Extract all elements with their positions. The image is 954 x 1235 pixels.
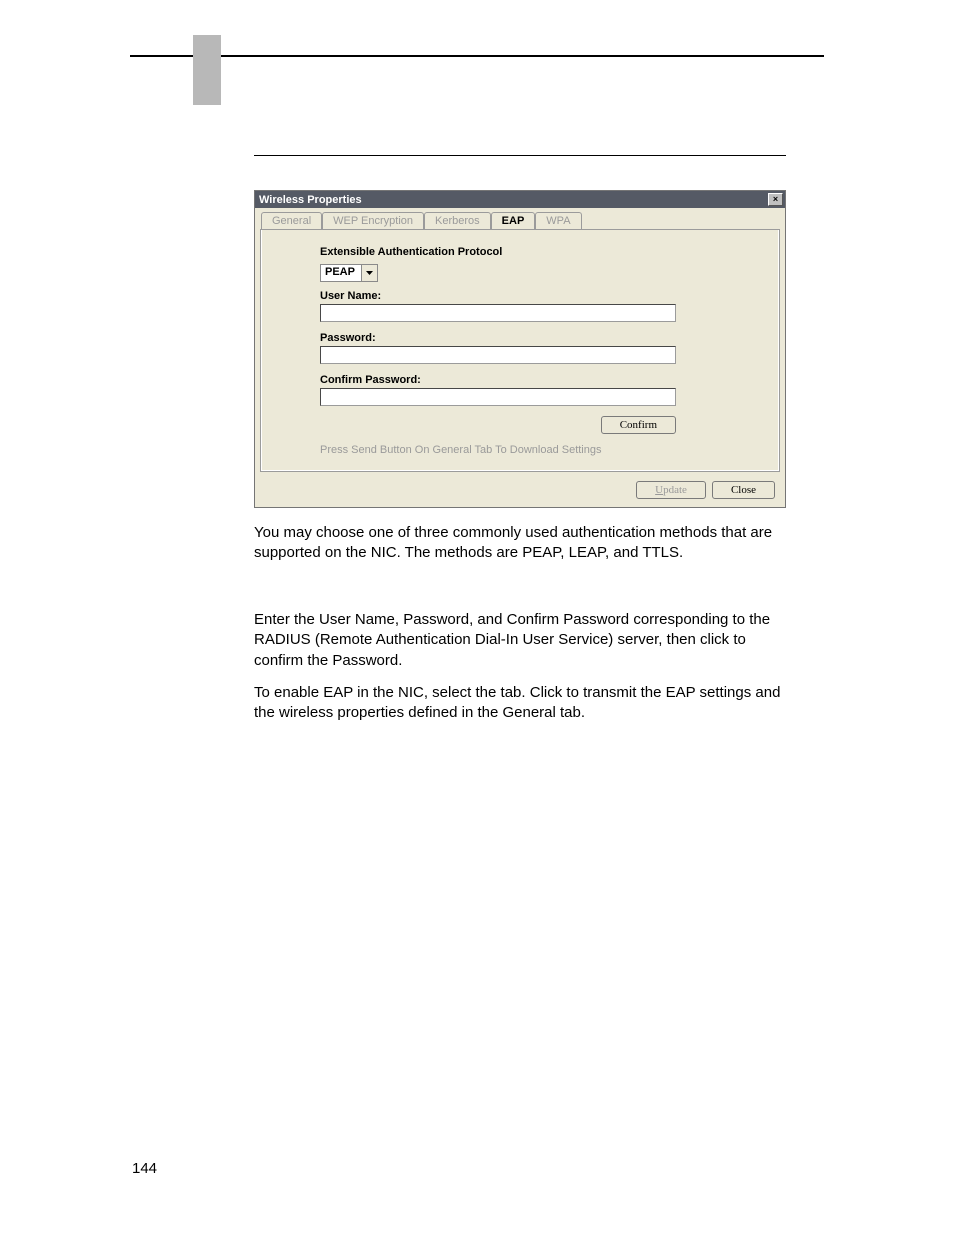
status-line: Press Send Button On General Tab To Down…	[320, 444, 778, 456]
username-label: User Name:	[320, 290, 778, 302]
eap-tab-panel: Extensible Authentication Protocol PEAP …	[261, 230, 779, 471]
password-input[interactable]	[320, 346, 676, 364]
para2-text-a: Enter the User Name, Password, and Confi…	[254, 611, 770, 648]
tab-general[interactable]: General	[261, 212, 322, 229]
tab-wpa[interactable]: WPA	[535, 212, 581, 229]
close-button[interactable]: Close	[712, 481, 775, 499]
paragraph-auth-methods: You may choose one of three commonly use…	[254, 523, 786, 564]
tab-strip: General WEP Encryption Kerberos EAP WPA	[261, 212, 779, 230]
chevron-down-icon[interactable]	[361, 265, 377, 281]
page-number: 144	[132, 1160, 157, 1177]
para3-text-b: tab. Click	[501, 684, 567, 701]
dialog-titlebar: Wireless Properties ×	[255, 191, 785, 208]
confirm-button-row: Confirm	[320, 416, 676, 434]
chapter-tab-marker	[193, 35, 221, 105]
tab-eap[interactable]: EAP	[491, 212, 536, 229]
section-rule	[254, 155, 786, 156]
dialog-window: Wireless Properties × General WEP Encryp…	[254, 190, 786, 508]
confirm-password-label: Confirm Password:	[320, 374, 778, 386]
close-icon[interactable]: ×	[768, 193, 783, 206]
paragraph-enable-eap: To enable EAP in the NIC, select the tab…	[254, 683, 786, 724]
dialog-body: General WEP Encryption Kerberos EAP WPA …	[255, 208, 785, 507]
update-button-rest: pdate	[663, 484, 687, 496]
dialog-title: Wireless Properties	[259, 194, 362, 206]
tab-kerberos[interactable]: Kerberos	[424, 212, 491, 229]
eap-protocol-value: PEAP	[321, 265, 361, 281]
confirm-button[interactable]: Confirm	[601, 416, 676, 434]
update-button[interactable]: Update	[636, 481, 706, 499]
username-input[interactable]	[320, 304, 676, 322]
para3-text-a: To enable EAP in the NIC, select the	[254, 684, 501, 701]
dialog-button-row: Update Close	[261, 481, 779, 499]
paragraph-credentials: Enter the User Name, Password, and Confi…	[254, 610, 786, 671]
wireless-properties-dialog-figure: Wireless Properties × General WEP Encryp…	[254, 190, 786, 508]
confirm-password-input[interactable]	[320, 388, 676, 406]
eap-protocol-label: Extensible Authentication Protocol	[320, 246, 778, 258]
header-rule	[130, 55, 824, 57]
tab-wep-encryption[interactable]: WEP Encryption	[322, 212, 424, 229]
password-label: Password:	[320, 332, 778, 344]
eap-protocol-select[interactable]: PEAP	[320, 264, 378, 282]
